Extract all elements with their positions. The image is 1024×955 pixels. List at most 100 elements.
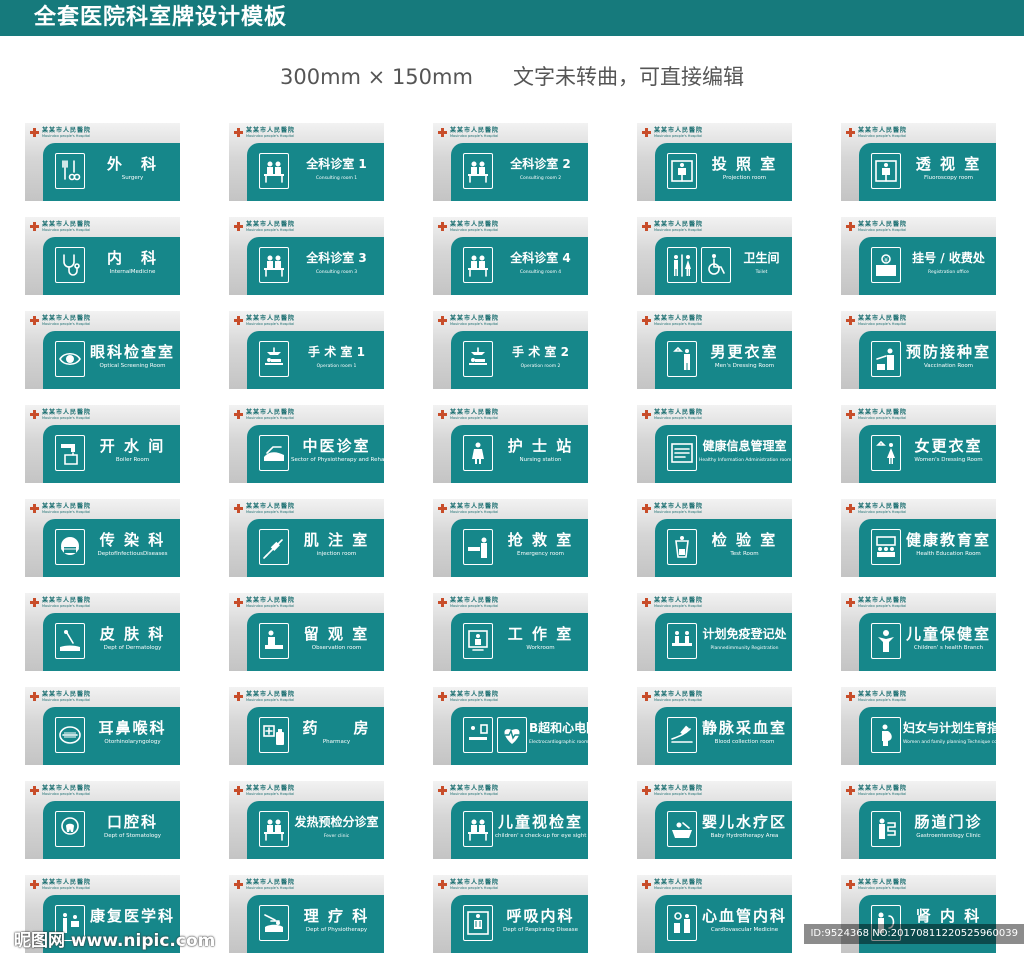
watermark-right: ID:9524368 NO:20170811220525960039 — [804, 924, 1024, 944]
doctor-desk-icon — [468, 819, 488, 841]
room-sign: 某某市人民醫院 Mouindxx people's Hospital 卫生间 T… — [637, 217, 792, 295]
hospital-header: 某某市人民醫院 Mouindxx people's Hospital — [234, 315, 384, 331]
room-sign: 某某市人民醫院 Mouindxx people's Hospital ¥ 挂号 … — [841, 217, 996, 295]
hospital-name-en: Mouindxx people's Hospital — [450, 322, 499, 326]
sign-icon-box-2 — [701, 247, 731, 283]
hospital-name-en: Mouindxx people's Hospital — [246, 416, 295, 420]
sign-panel: 抢 救 室 Emergency room — [451, 519, 588, 577]
cross-logo-icon — [438, 316, 447, 325]
skin-icon — [60, 630, 80, 651]
emergency-icon — [468, 537, 487, 558]
sign-panel: 儿童保健室 Children' s health Branch — [859, 613, 996, 671]
cross-logo-icon — [846, 128, 855, 137]
cross-logo-icon — [642, 128, 651, 137]
room-name-en: Blood collection room — [714, 739, 775, 745]
sign-icon-box — [463, 717, 493, 753]
hospital-name: 某某市人民醫院 — [42, 409, 92, 416]
room-name-en: Dept of Stomatology — [104, 833, 161, 839]
cross-logo-icon — [30, 128, 39, 137]
cross-logo-icon — [438, 222, 447, 231]
room-sign: 某某市人民醫院 Mouindxx people's Hospital 耳鼻喉科 … — [25, 687, 180, 765]
room-sign: 某某市人民醫院 Mouindxx people's Hospital 中医诊室 … — [229, 405, 384, 483]
hospital-name-en: Mouindxx people's Hospital — [654, 134, 703, 138]
room-sign: 某某市人民醫院 Mouindxx people's Hospital 留 观 室… — [229, 593, 384, 671]
room-name-en: Consulting room 4 — [519, 270, 562, 275]
cross-logo-icon — [30, 880, 39, 889]
hospital-header: 某某市人民醫院 Mouindxx people's Hospital — [642, 409, 792, 425]
intestine-icon — [879, 818, 896, 839]
hospital-name: 某某市人民醫院 — [858, 597, 908, 604]
mouth-icon — [59, 726, 81, 744]
hospital-header: 某某市人民醫院 Mouindxx people's Hospital — [846, 315, 996, 331]
sign-panel: 肌 注 室 injection room — [247, 519, 384, 577]
hospital-name: 某某市人民醫院 — [42, 785, 92, 792]
room-name-en: Registration office — [928, 270, 969, 275]
room-name: 全科诊室 1 — [306, 157, 367, 171]
sign-panel: 手 术 室 1 Operation room 1 — [247, 331, 384, 389]
sign-panel: 婴儿水疗区 Baby Hydrotherapy Area — [655, 801, 792, 859]
hospital-name-en: Mouindxx people's Hospital — [246, 604, 295, 608]
room-name-en: DeptofInfectiousDiseases — [97, 551, 168, 557]
records-icon — [671, 443, 693, 463]
room-name: 工 作 室 — [507, 625, 574, 643]
room-sign: 某某市人民醫院 Mouindxx people's Hospital 护 士 站… — [433, 405, 588, 483]
sign-icon-box — [871, 153, 901, 189]
hospital-header: 某某市人民醫院 Mouindxx people's Hospital — [438, 409, 588, 425]
cross-logo-icon — [846, 504, 855, 513]
sign-panel: 皮 肤 科 Dept of Dermatology — [43, 613, 180, 671]
sign-icon-box — [55, 341, 85, 377]
room-name: 中医诊室 — [302, 437, 371, 455]
sign-icon-box — [55, 811, 85, 847]
ultrasound-icon — [469, 724, 488, 740]
sign-icon-box — [667, 623, 697, 659]
sign-panel: 检 验 室 Test Room — [655, 519, 792, 577]
cross-logo-icon — [234, 410, 243, 419]
hospital-name-en: Mouindxx people's Hospital — [654, 228, 703, 232]
hospital-name-en: Mouindxx people's Hospital — [450, 416, 499, 420]
cross-logo-icon — [438, 504, 447, 513]
hospital-name: 某某市人民醫院 — [654, 127, 704, 134]
hospital-name-en: Mouindxx people's Hospital — [858, 604, 907, 608]
hospital-header: 某某市人民醫院 Mouindxx people's Hospital — [642, 597, 792, 613]
sign-panel: 耳鼻喉科 Otorhinolaryngology — [43, 707, 180, 765]
hospital-name: 某某市人民醫院 — [246, 503, 296, 510]
hospital-name-en: Mouindxx people's Hospital — [246, 134, 295, 138]
page-subtitle: 300mm × 150mm 文字未转曲，可直接编辑 — [280, 65, 744, 89]
hospital-name: 某某市人民醫院 — [450, 597, 500, 604]
doctor-desk-icon — [468, 255, 488, 277]
hospital-name: 某某市人民醫院 — [450, 221, 500, 228]
hospital-name-en: Mouindxx people's Hospital — [42, 792, 91, 796]
room-sign: 某某市人民醫院 Mouindxx people's Hospital 儿童视检室… — [433, 781, 588, 859]
cross-logo-icon — [30, 598, 39, 607]
room-name-en: Boiler Room — [115, 457, 150, 463]
sign-icon-box — [463, 623, 493, 659]
sign-panel: 女更衣室 Women's Dressing Room — [859, 425, 996, 483]
hospital-header: 某某市人民醫院 Mouindxx people's Hospital — [30, 315, 180, 331]
cross-logo-icon — [846, 222, 855, 231]
room-sign: 某某市人民醫院 Mouindxx people's Hospital 静脉采血室… — [637, 687, 792, 765]
hospital-name: 某某市人民醫院 — [858, 127, 908, 134]
doctor-desk-icon — [264, 819, 284, 841]
room-name: 婴儿水疗区 — [701, 813, 787, 831]
title-bar: 全套医院科室牌设计模板 — [0, 0, 1024, 36]
hospital-name-en: Mouindxx people's Hospital — [654, 698, 703, 702]
room-sign: 某某市人民醫院 Mouindxx people's Hospital 健康教育室… — [841, 499, 996, 577]
room-sign: 某某市人民醫院 Mouindxx people's Hospital 眼科检查室… — [25, 311, 180, 389]
sign-panel: 留 观 室 Observation room — [247, 613, 384, 671]
hospital-name-en: Mouindxx people's Hospital — [654, 322, 703, 326]
room-name: 康复医学科 — [89, 907, 175, 925]
sign-panel: 中医诊室 Sector of Physiotherapy and Rehabil… — [247, 425, 384, 483]
sign-panel: 口腔科 Dept of Stomatology — [43, 801, 180, 859]
room-name: 静脉采血室 — [701, 719, 787, 737]
hospital-name: 某某市人民醫院 — [42, 597, 92, 604]
room-name: 发热预检分诊室 — [294, 815, 379, 829]
sign-panel: 理 疗 科 Dept of Physiotherapy — [247, 895, 384, 953]
sign-icon-box — [259, 435, 289, 471]
room-name: 卫生间 — [743, 251, 780, 265]
cross-logo-icon — [642, 692, 651, 701]
sign-panel: 儿童视检室 children' s check-up for eye sight — [451, 801, 588, 859]
room-name-en: Baby Hydrotherapy Area — [710, 833, 779, 839]
cross-logo-icon — [234, 504, 243, 513]
sign-icon-box-2 — [497, 717, 527, 753]
room-name: 投 照 室 — [711, 155, 778, 173]
